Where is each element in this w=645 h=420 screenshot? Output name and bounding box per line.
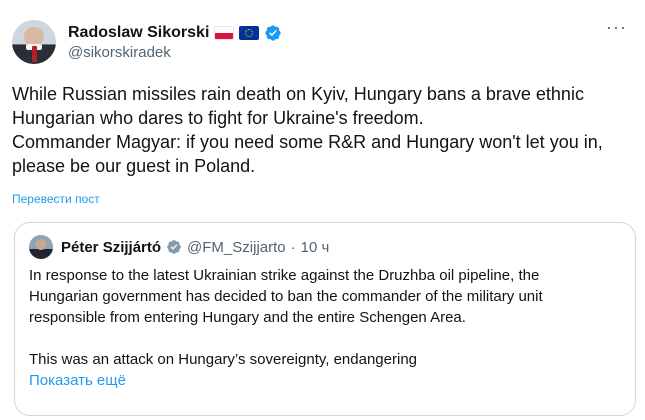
post-card: Radoslaw Sikorski @sikorskiradek ··· Whi… (0, 0, 645, 420)
quoted-post[interactable]: Péter Szijjártó @FM_Szijjarto · 10 ч In … (14, 222, 636, 416)
quoted-text-line: In response to the latest Ukrainian stri… (29, 267, 540, 284)
quoted-post-text: In response to the latest Ukrainian stri… (29, 265, 621, 370)
quoted-text-line: This was an attack on Hungary’s sovereig… (29, 351, 418, 368)
author-handle[interactable]: @sikorskiradek (68, 44, 282, 61)
quoted-post-header: Péter Szijjártó @FM_Szijjarto · 10 ч (29, 235, 621, 259)
author-names: Radoslaw Sikorski @sikorskiradek (68, 24, 282, 61)
quoted-post-time: 10 ч (300, 238, 330, 256)
quoted-text-line: Hungarian government has decided to ban … (29, 288, 543, 305)
quoted-author-handle: @FM_Szijjarto (187, 238, 286, 256)
author-avatar[interactable] (12, 20, 56, 64)
government-gray-badge-icon (167, 240, 181, 254)
post-header: Radoslaw Sikorski @sikorskiradek (12, 20, 282, 64)
eu-flag-icon (239, 25, 260, 40)
show-more-link[interactable]: Показать ещё (29, 370, 621, 391)
quoted-author-avatar (29, 235, 53, 259)
time-separator: · (290, 238, 296, 256)
post-text-line: Commander Magyar: if you need some R&R a… (12, 132, 603, 152)
quoted-author-display-name: Péter Szijjártó (61, 238, 162, 256)
author-name-row: Radoslaw Sikorski (68, 24, 282, 42)
verified-badge-icon[interactable] (264, 24, 282, 42)
more-options-icon[interactable]: ··· (606, 18, 627, 36)
translate-post-link[interactable]: Перевести пост (12, 192, 100, 206)
post-text: While Russian missiles rain death on Kyi… (12, 82, 632, 178)
post-text-line: please be our guest in Poland. (12, 156, 256, 176)
post-text-line: While Russian missiles rain death on Kyi… (12, 84, 584, 104)
poland-flag-icon (214, 25, 235, 40)
avatar-tie (32, 46, 37, 62)
author-display-name[interactable]: Radoslaw Sikorski (68, 24, 209, 42)
quoted-text-line: responsible from entering Hungary and th… (29, 309, 466, 326)
post-text-line: Hungarian who dares to fight for Ukraine… (12, 108, 424, 128)
